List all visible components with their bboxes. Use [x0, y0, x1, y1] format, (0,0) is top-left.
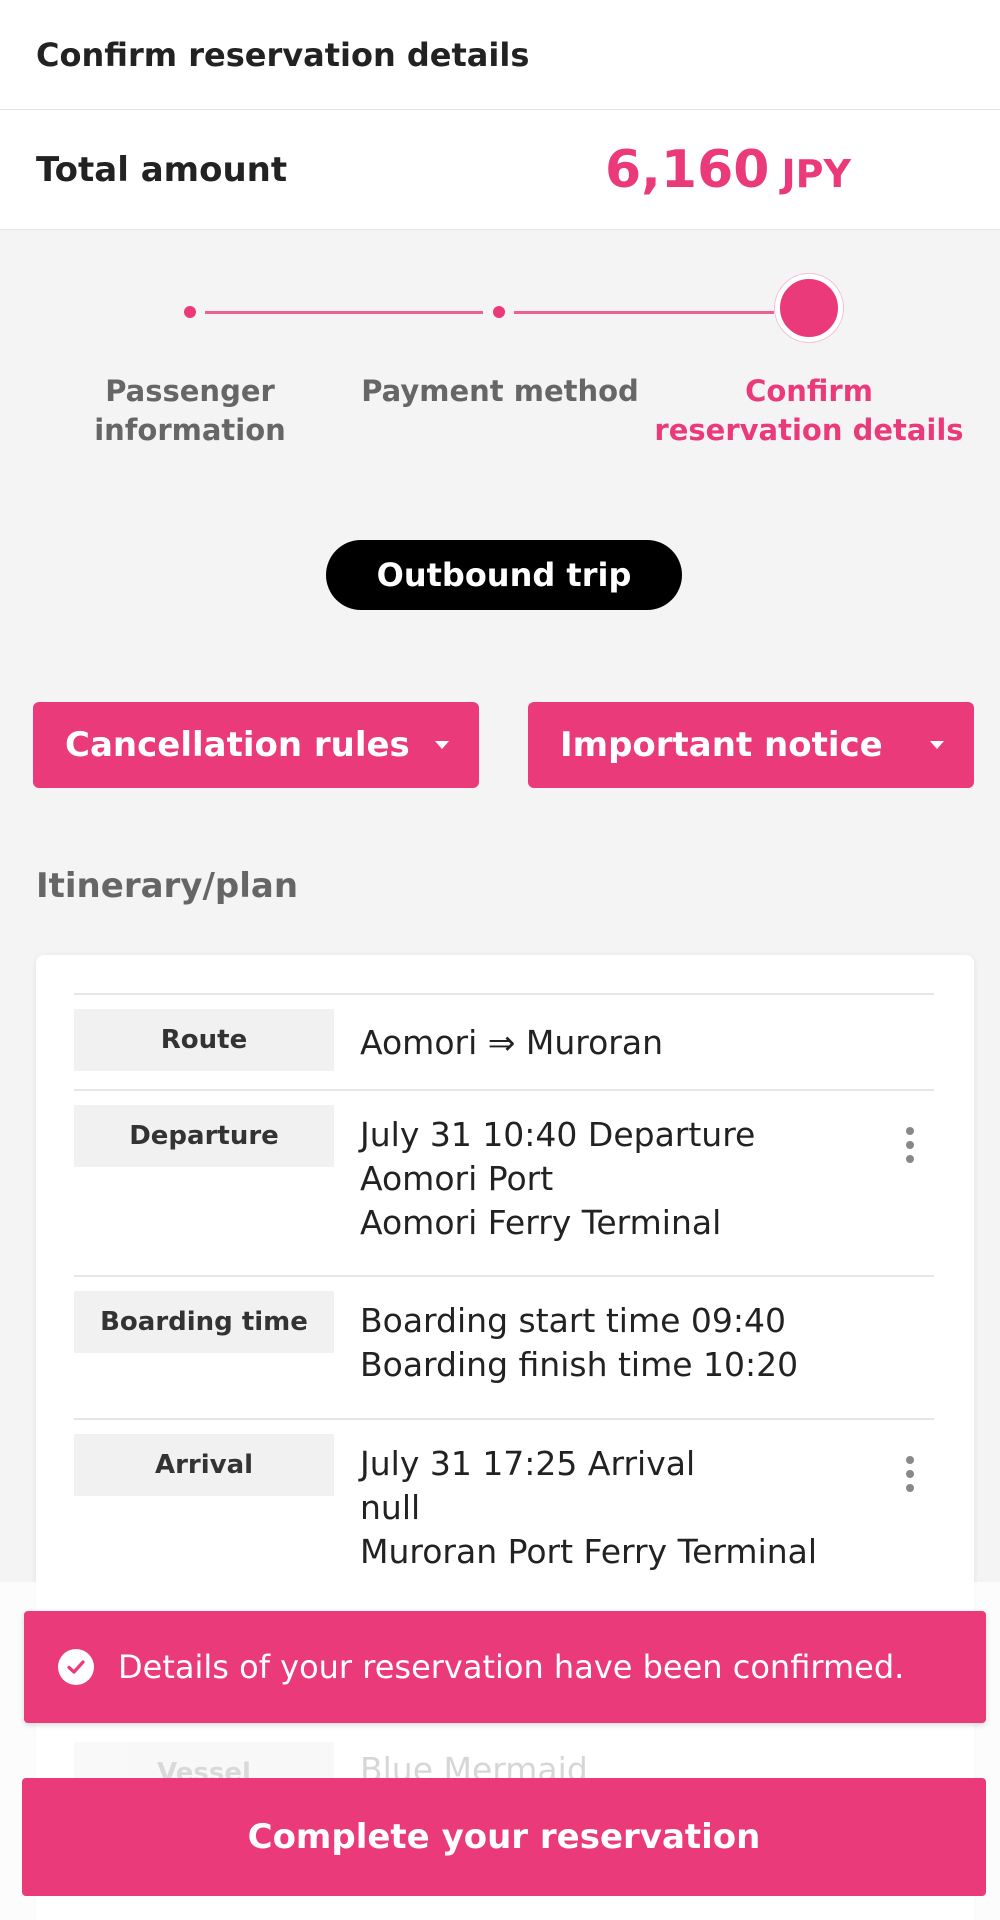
itinerary-row-arrival: Arrival July 31 17:25 Arrival null Muror… [74, 1418, 934, 1598]
stepper-connector [514, 311, 774, 314]
itinerary-key: Arrival [74, 1434, 334, 1496]
step-label-line: Confirm [745, 374, 873, 408]
more-options-icon[interactable] [906, 1127, 914, 1163]
itinerary-key: Route [74, 1009, 334, 1071]
step-label-line: Passenger [105, 374, 275, 408]
confirmation-toast: Details of your reservation have been co… [24, 1611, 986, 1723]
toast-message: Details of your reservation have been co… [118, 1648, 905, 1686]
itinerary-value-line: Muroran Port Ferry Terminal [360, 1532, 818, 1571]
itinerary-value-line: Boarding finish time 10:20 [360, 1345, 799, 1384]
chevron-down-icon [930, 741, 944, 749]
itinerary-value-line: Boarding start time 09:40 [360, 1301, 787, 1340]
itinerary-value: Boarding start time 09:40 Boarding finis… [360, 1299, 860, 1387]
itinerary-row-route: Route Aomori ⇒ Muroran [74, 993, 934, 1089]
step-dot-payment [493, 306, 505, 318]
itinerary-value-line: Aomori ⇒ Muroran [360, 1023, 664, 1062]
header: Confirm reservation details [0, 0, 1000, 110]
reservation-confirm-screen: Confirm reservation details Total amount… [0, 0, 1000, 1920]
step-dot-passenger [184, 306, 196, 318]
cancellation-rules-dropdown[interactable]: Cancellation rules [33, 702, 479, 788]
outbound-trip-badge: Outbound trip [326, 540, 682, 610]
stepper-connector [205, 311, 483, 314]
itinerary-value: July 31 17:25 Arrival null Muroran Port … [360, 1442, 860, 1574]
itinerary-value: Aomori ⇒ Muroran [360, 1021, 860, 1065]
itinerary-value-line: July 31 17:25 Arrival [360, 1444, 696, 1483]
important-notice-label: Important notice [560, 725, 883, 765]
total-amount-number: 6,160 [605, 140, 770, 200]
itinerary-value-line: null [360, 1488, 421, 1527]
cancellation-rules-label: Cancellation rules [65, 725, 410, 765]
total-amount-bar: Total amount 6,160 JPY [0, 110, 1000, 230]
complete-reservation-button[interactable]: Complete your reservation [22, 1778, 986, 1896]
check-circle-icon [58, 1649, 94, 1685]
step-label-passenger: Passenger information [70, 372, 310, 450]
important-notice-dropdown[interactable]: Important notice [528, 702, 974, 788]
itinerary-key: Boarding time [74, 1291, 334, 1353]
total-amount-value: 6,160 JPY [605, 140, 851, 200]
itinerary-value-line: July 31 10:40 Departure [360, 1115, 756, 1154]
step-dot-confirm-current [775, 274, 843, 342]
total-amount-label: Total amount [36, 149, 288, 190]
itinerary-key: Departure [74, 1105, 334, 1167]
step-label-line: reservation details [654, 413, 964, 447]
itinerary-section-title: Itinerary/plan [36, 866, 299, 906]
step-label-line: Payment method [361, 374, 639, 408]
itinerary-value: July 31 10:40 Departure Aomori Port Aomo… [360, 1113, 860, 1245]
page-title: Confirm reservation details [36, 35, 530, 74]
more-options-icon[interactable] [906, 1456, 914, 1492]
itinerary-value-line: Aomori Port [360, 1159, 554, 1198]
chevron-down-icon [435, 741, 449, 749]
progress-stepper: Passenger information Payment method Con… [0, 230, 1000, 460]
itinerary-row-departure: Departure July 31 10:40 Departure Aomori… [74, 1089, 934, 1275]
total-amount-currency: JPY [781, 152, 851, 196]
step-label-payment: Payment method [350, 372, 650, 411]
itinerary-value-line: Aomori Ferry Terminal [360, 1203, 722, 1242]
step-label-line: information [94, 413, 286, 447]
step-label-confirm: Confirm reservation details [650, 372, 968, 450]
itinerary-row-boarding-time: Boarding time Boarding start time 09:40 … [74, 1275, 934, 1418]
